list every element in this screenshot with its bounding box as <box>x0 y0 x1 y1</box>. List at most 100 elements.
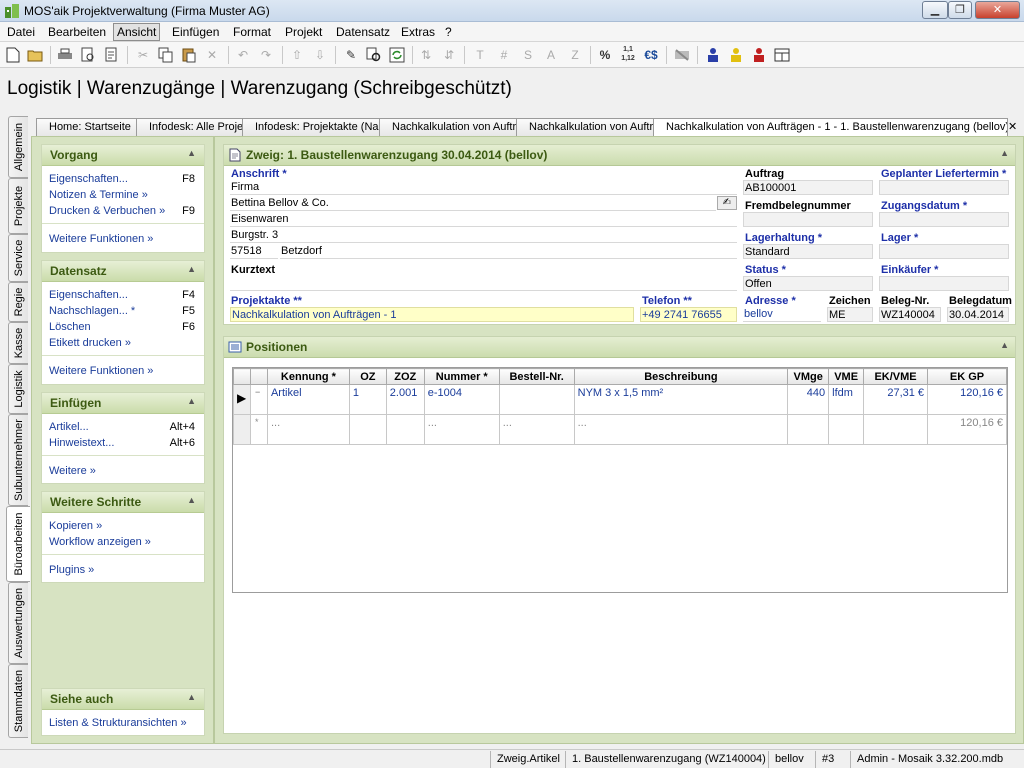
side-tab-subunternehmer[interactable]: Subunternehmer <box>8 414 28 506</box>
menu-einfuegen[interactable]: Einfügen <box>169 24 222 40</box>
user-red-icon[interactable] <box>749 45 769 65</box>
cell-oz[interactable]: 1 <box>348 384 387 415</box>
move-down-icon[interactable]: ⇩ <box>310 45 330 65</box>
collapse-icon[interactable]: ▲ <box>187 692 196 702</box>
collapse-icon[interactable]: ▲ <box>1000 340 1009 350</box>
s-format-icon[interactable]: S <box>518 45 538 65</box>
row-marker-icon[interactable]: ▶ <box>233 384 251 415</box>
task-group-header[interactable]: Siehe auch ▲ <box>42 689 204 710</box>
cell-vmge[interactable]: 440 <box>787 384 830 415</box>
task-kopieren[interactable]: Kopieren » <box>49 520 102 532</box>
einkaeufer-field[interactable] <box>879 276 1009 291</box>
col-nummer[interactable]: Nummer * <box>423 368 500 385</box>
text-format-icon[interactable]: T <box>470 45 490 65</box>
sort-descending-icon[interactable]: ⇵ <box>439 45 459 65</box>
a-format-icon[interactable]: A <box>541 45 561 65</box>
task-loeschen[interactable]: Löschen <box>49 321 91 333</box>
cell-beschreibung[interactable]: NYM 3 x 1,5 mm² <box>573 384 789 415</box>
liefertermin-field[interactable] <box>879 180 1009 195</box>
side-tab-kasse[interactable]: Kasse <box>8 322 28 364</box>
percent-icon[interactable]: % <box>595 45 615 65</box>
fremdbeleg-field[interactable] <box>743 212 873 227</box>
collapse-row-icon[interactable]: − <box>249 384 268 415</box>
task-eigenschaften[interactable]: Eigenschaften... <box>49 173 128 185</box>
table-row[interactable]: ▶ − Artikel 1 2.001 e-1004 NYM 3 x 1,5 m… <box>233 384 1007 415</box>
doc-tab-alle-projekte[interactable]: Infodesk: Alle Projekte <box>136 118 244 136</box>
cell-kennung[interactable]: Artikel <box>266 384 350 415</box>
currency-icon[interactable]: €$ <box>641 45 661 65</box>
cell-vme[interactable] <box>828 414 865 445</box>
task-drucken[interactable]: Drucken & Verbuchen » <box>49 205 165 217</box>
signature-icon[interactable]: ✍ <box>717 196 737 210</box>
section-header[interactable]: Zweig: 1. Baustellenwarenzugang 30.04.20… <box>224 145 1015 166</box>
doc-tab-warenzugang[interactable]: Nachkalkulation von Aufträgen - 1 - 1. B… <box>653 118 1008 137</box>
copy-icon[interactable] <box>156 45 176 65</box>
cell-oz[interactable] <box>348 414 387 445</box>
status-field[interactable]: Offen <box>743 276 873 291</box>
auftrag-field[interactable]: AB100001 <box>743 180 873 195</box>
anschrift-line-1[interactable]: Firma <box>230 180 737 195</box>
delete-icon[interactable]: ✕ <box>202 45 222 65</box>
decimal-places-icon[interactable]: 1,1 1,12 <box>618 45 638 65</box>
cell-ek-gp[interactable]: 120,16 € <box>927 414 1007 445</box>
side-tab-regie[interactable]: Regie <box>8 282 28 322</box>
zeichen-field[interactable]: ME <box>827 307 873 322</box>
cell-beschreibung[interactable]: ... <box>573 414 789 445</box>
collapse-icon[interactable]: ▲ <box>1000 148 1009 158</box>
col-ek-gp[interactable]: EK GP <box>927 368 1007 385</box>
lager-field[interactable] <box>879 244 1009 259</box>
side-tab-logistik[interactable]: Logistik <box>8 364 28 414</box>
cell-bestell-nr[interactable]: ... <box>498 414 575 445</box>
kurztext-field[interactable] <box>230 276 737 291</box>
task-weitere-funktionen[interactable]: Weitere Funktionen » <box>49 233 153 245</box>
doc-tab-nachkalkulation-1[interactable]: Nachkalkulation von Aufträgen <box>379 118 517 136</box>
cell-zoz[interactable] <box>385 414 425 445</box>
telefon-field[interactable]: +49 2741 76655 <box>640 307 737 322</box>
row-marker[interactable] <box>233 414 251 445</box>
collapse-icon[interactable]: ▲ <box>187 148 196 158</box>
anschrift-line-3[interactable]: Eisenwaren <box>230 212 737 227</box>
plz-field[interactable]: 57518 <box>230 244 278 259</box>
col-ek-vme[interactable]: EK/VME <box>863 368 929 385</box>
minimize-button[interactable]: ▁ <box>922 1 948 19</box>
doc-tab-projektakte[interactable]: Infodesk: Projektakte (Nachkalkulation) <box>242 118 382 136</box>
task-group-header[interactable]: Datensatz ▲ <box>42 261 204 282</box>
task-notizen[interactable]: Notizen & Termine » <box>49 189 148 201</box>
anschrift-line-4[interactable]: Burgstr. 3 <box>230 228 737 243</box>
cut-icon[interactable]: ✂ <box>133 45 153 65</box>
belegnr-field[interactable]: WZ140004 <box>879 307 941 322</box>
find-icon[interactable] <box>364 45 384 65</box>
task-plugins[interactable]: Plugins » <box>49 564 94 576</box>
menu-help[interactable]: ? <box>442 24 455 40</box>
collapse-icon[interactable]: ▲ <box>187 495 196 505</box>
menu-datensatz[interactable]: Datensatz <box>333 24 393 40</box>
cell-ek-gp[interactable]: 120,16 € <box>927 384 1007 415</box>
doc-tab-nachkalkulation-2[interactable]: Nachkalkulation von Aufträgen <box>516 118 654 136</box>
undo-icon[interactable]: ↶ <box>233 45 253 65</box>
menu-format[interactable]: Format <box>230 24 274 40</box>
menu-bearbeiten[interactable]: Bearbeiten <box>45 24 109 40</box>
print-icon[interactable] <box>55 45 75 65</box>
collapse-icon[interactable]: ▲ <box>187 264 196 274</box>
cell-nummer[interactable]: ... <box>423 414 500 445</box>
open-folder-icon[interactable] <box>25 45 45 65</box>
task-hinweistext[interactable]: Hinweistext... <box>49 437 114 449</box>
user-yellow-icon[interactable] <box>726 45 746 65</box>
print-preview-icon[interactable] <box>78 45 98 65</box>
lagerhaltung-field[interactable]: Standard <box>743 244 873 259</box>
refresh-icon[interactable] <box>387 45 407 65</box>
edit-pencil-icon[interactable]: ✎ <box>341 45 361 65</box>
table-row[interactable]: * ... ... ... ... 120,16 € <box>233 414 1007 445</box>
disabled-tool-icon[interactable] <box>672 45 692 65</box>
section-header[interactable]: Positionen ▲ <box>224 337 1015 358</box>
task-group-header[interactable]: Vorgang ▲ <box>42 145 204 166</box>
side-tab-allgemein[interactable]: Allgemein <box>8 116 28 178</box>
side-tab-auswertungen[interactable]: Auswertungen <box>8 582 28 664</box>
user-blue-icon[interactable] <box>703 45 723 65</box>
col-bestell-nr[interactable]: Bestell-Nr. <box>498 368 575 385</box>
task-etikett-drucken[interactable]: Etikett drucken » <box>49 337 131 349</box>
task-weitere-funktionen[interactable]: Weitere Funktionen » <box>49 365 153 377</box>
belegdatum-field[interactable]: 30.04.2014 <box>947 307 1009 322</box>
menu-projekt[interactable]: Projekt <box>282 24 325 40</box>
z-format-icon[interactable]: Z <box>565 45 585 65</box>
